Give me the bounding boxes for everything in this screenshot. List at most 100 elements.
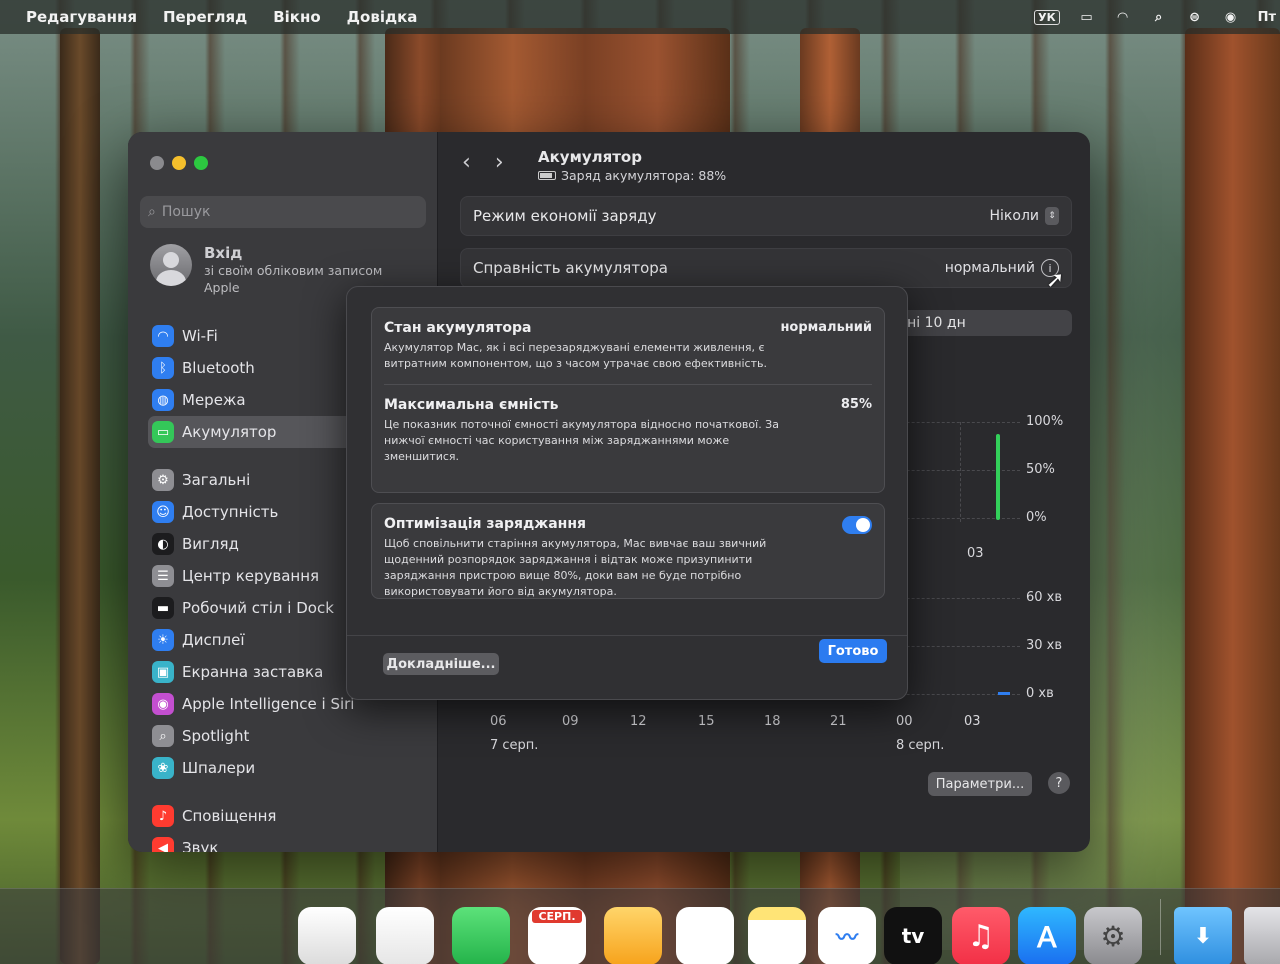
screensaver-icon: ▣ — [152, 661, 174, 683]
optimize-description: Щоб сповільнити старіння акумулятора, Ma… — [384, 537, 767, 598]
sidebar-item-spotlight[interactable]: ⌕ Spotlight — [148, 720, 428, 752]
menu-window[interactable]: Вікно — [273, 8, 320, 26]
sidebar-item-label: Дисплеї — [182, 631, 245, 649]
battery-health-row[interactable]: Справність акумулятора нормальний i — [460, 248, 1072, 288]
spotlight-menu-icon[interactable]: ⌕ — [1150, 10, 1168, 25]
back-chevron-icon[interactable]: ‹ — [462, 150, 471, 175]
health-info-card: Стан акумулятора нормальний Акумулятор M… — [371, 307, 885, 493]
y-tick-label: 60 хв — [1026, 590, 1063, 605]
y-tick-label: 50% — [1026, 462, 1055, 477]
menu-view[interactable]: Перегляд — [163, 8, 247, 26]
learn-more-button[interactable]: Докладніше... — [383, 653, 499, 675]
battery-icon: ▭ — [152, 421, 174, 443]
sidebar-item-label: Wi-Fi — [182, 327, 218, 345]
x-tick-label: 18 — [764, 714, 781, 729]
calendar-month-label: СЕРП. — [532, 910, 582, 923]
date-label-end: 8 серп. — [896, 738, 945, 753]
sidebar-item-label: Робочий стіл і Dock — [182, 599, 334, 617]
sidebar-item-wallpaper[interactable]: ❀ Шпалери — [148, 752, 428, 784]
calendar-app-icon[interactable]: СЕРП. — [528, 907, 586, 964]
facetime-app-icon[interactable] — [452, 907, 510, 964]
condition-description: Акумулятор Mac, як і всі перезаряджувані… — [384, 341, 767, 370]
x-tick-label: 03 — [967, 546, 984, 561]
menu-clock[interactable]: Пт — [1258, 10, 1276, 25]
sidebar-item-label: Загальні — [182, 471, 251, 489]
sidebar-item-label: Акумулятор — [182, 423, 277, 441]
capacity-value: 85% — [840, 397, 872, 412]
sidebar-item-notifications[interactable]: ♪ Сповіщення — [148, 800, 428, 832]
low-power-popup[interactable]: Ніколи ⇕ — [989, 207, 1059, 225]
contacts-app-icon[interactable] — [604, 907, 662, 964]
trash-icon[interactable] — [1244, 907, 1280, 964]
x-tick-label: 03 — [964, 714, 981, 729]
help-button[interactable]: ? — [1048, 772, 1070, 794]
battery-health-sheet: Стан акумулятора нормальний Акумулятор M… — [346, 286, 908, 700]
page-title: Акумулятор — [538, 148, 642, 166]
battery-menu-icon[interactable]: ▭ — [1078, 10, 1096, 25]
system-settings-gear-icon[interactable]: ⚙ — [1084, 907, 1142, 964]
sheet-footer-divider — [347, 635, 907, 636]
battery-health-value: нормальний — [944, 260, 1035, 276]
x-tick-label: 09 — [562, 714, 579, 729]
forward-chevron-icon[interactable]: › — [495, 150, 504, 175]
y-tick-label: 100% — [1026, 414, 1064, 429]
options-button[interactable]: Параметри... — [928, 772, 1032, 796]
notes-app-icon[interactable] — [748, 907, 806, 964]
sidebar-item-label: Мережа — [182, 391, 246, 409]
wifi-menu-icon[interactable]: ◠ — [1114, 10, 1132, 25]
sidebar-item-label: Екранна заставка — [182, 663, 324, 681]
battery-health-label: Справність акумулятора — [473, 259, 668, 277]
menu-edit[interactable]: Редагування — [26, 8, 137, 26]
sidebar-item-label: Шпалери — [182, 759, 256, 777]
low-power-value: Ніколи — [989, 208, 1040, 224]
tree-trunk — [60, 28, 100, 964]
sidebar-item-sound[interactable]: ◀ Звук — [148, 832, 428, 852]
menu-help[interactable]: Довідка — [347, 8, 418, 26]
sidebar-item-label: Spotlight — [182, 727, 250, 745]
dock: СЕРП. 〰 tv ♫ Ａ ⚙ ⬇ — [0, 888, 1280, 964]
avatar — [150, 244, 192, 286]
sidebar-item-label: Центр керування — [182, 567, 320, 585]
appearance-icon: ◐ — [152, 533, 174, 555]
account-subtitle-1: зі своїм обліковим записом — [204, 263, 383, 278]
siri-menu-icon[interactable]: ◉ — [1222, 10, 1240, 25]
control-center-menu-icon[interactable]: ⊜ — [1186, 10, 1204, 25]
music-note-icon[interactable]: ♫ — [952, 907, 1010, 964]
downloads-folder-icon[interactable]: ⬇ — [1174, 907, 1232, 964]
optimize-charging-card: Оптимізація заряджання Щоб сповільнити с… — [371, 503, 885, 599]
minimize-button[interactable] — [172, 156, 186, 170]
optimize-charging-toggle[interactable] — [842, 516, 872, 534]
reminders-app-icon[interactable] — [676, 907, 734, 964]
close-button[interactable] — [150, 156, 164, 170]
freeform-app-icon[interactable]: 〰 — [818, 907, 876, 964]
search-field[interactable]: ⌕ Пошук — [140, 196, 426, 228]
x-tick-label: 12 — [630, 714, 647, 729]
max-capacity-item: Максимальна ємність 85% Це показник пото… — [372, 385, 884, 465]
wifi-icon: ◠ — [152, 325, 174, 347]
chevron-updown-icon: ⇕ — [1045, 207, 1059, 225]
low-power-mode-row[interactable]: Режим економії заряду Ніколи ⇕ — [460, 196, 1072, 236]
accessibility-icon: ☺ — [152, 501, 174, 523]
battery-condition-item: Стан акумулятора нормальний Акумулятор M… — [372, 308, 884, 372]
app-store-icon[interactable]: Ａ — [1018, 907, 1076, 964]
apple-tv-app-icon[interactable]: tv — [884, 907, 942, 964]
sidebar-item-label: Apple Intelligence і Siri — [182, 695, 355, 713]
window-controls — [150, 156, 208, 170]
control-center-icon: ☰ — [152, 565, 174, 587]
notifications-bell-icon: ♪ — [152, 805, 174, 827]
zoom-button[interactable] — [194, 156, 208, 170]
y-tick-label: 30 хв — [1026, 638, 1063, 653]
done-button[interactable]: Готово — [819, 639, 887, 663]
optimize-title: Оптимізація заряджання — [384, 516, 586, 532]
input-source-indicator[interactable]: УК — [1034, 9, 1060, 25]
siri-icon: ◉ — [152, 693, 174, 715]
account-title: Вхід — [204, 244, 243, 262]
menu-bar: Редагування Перегляд Вікно Довідка УК ▭ … — [0, 0, 1280, 34]
bluetooth-icon: ᛒ — [152, 357, 174, 379]
maps-app-icon[interactable] — [298, 907, 356, 964]
capacity-title: Максимальна ємність — [384, 397, 559, 413]
condition-value: нормальний — [780, 320, 872, 335]
photos-app-icon[interactable] — [376, 907, 434, 964]
tv-label: tv — [901, 924, 925, 948]
apple-account-signin[interactable]: Вхід зі своїм обліковим записом Apple — [150, 244, 382, 296]
